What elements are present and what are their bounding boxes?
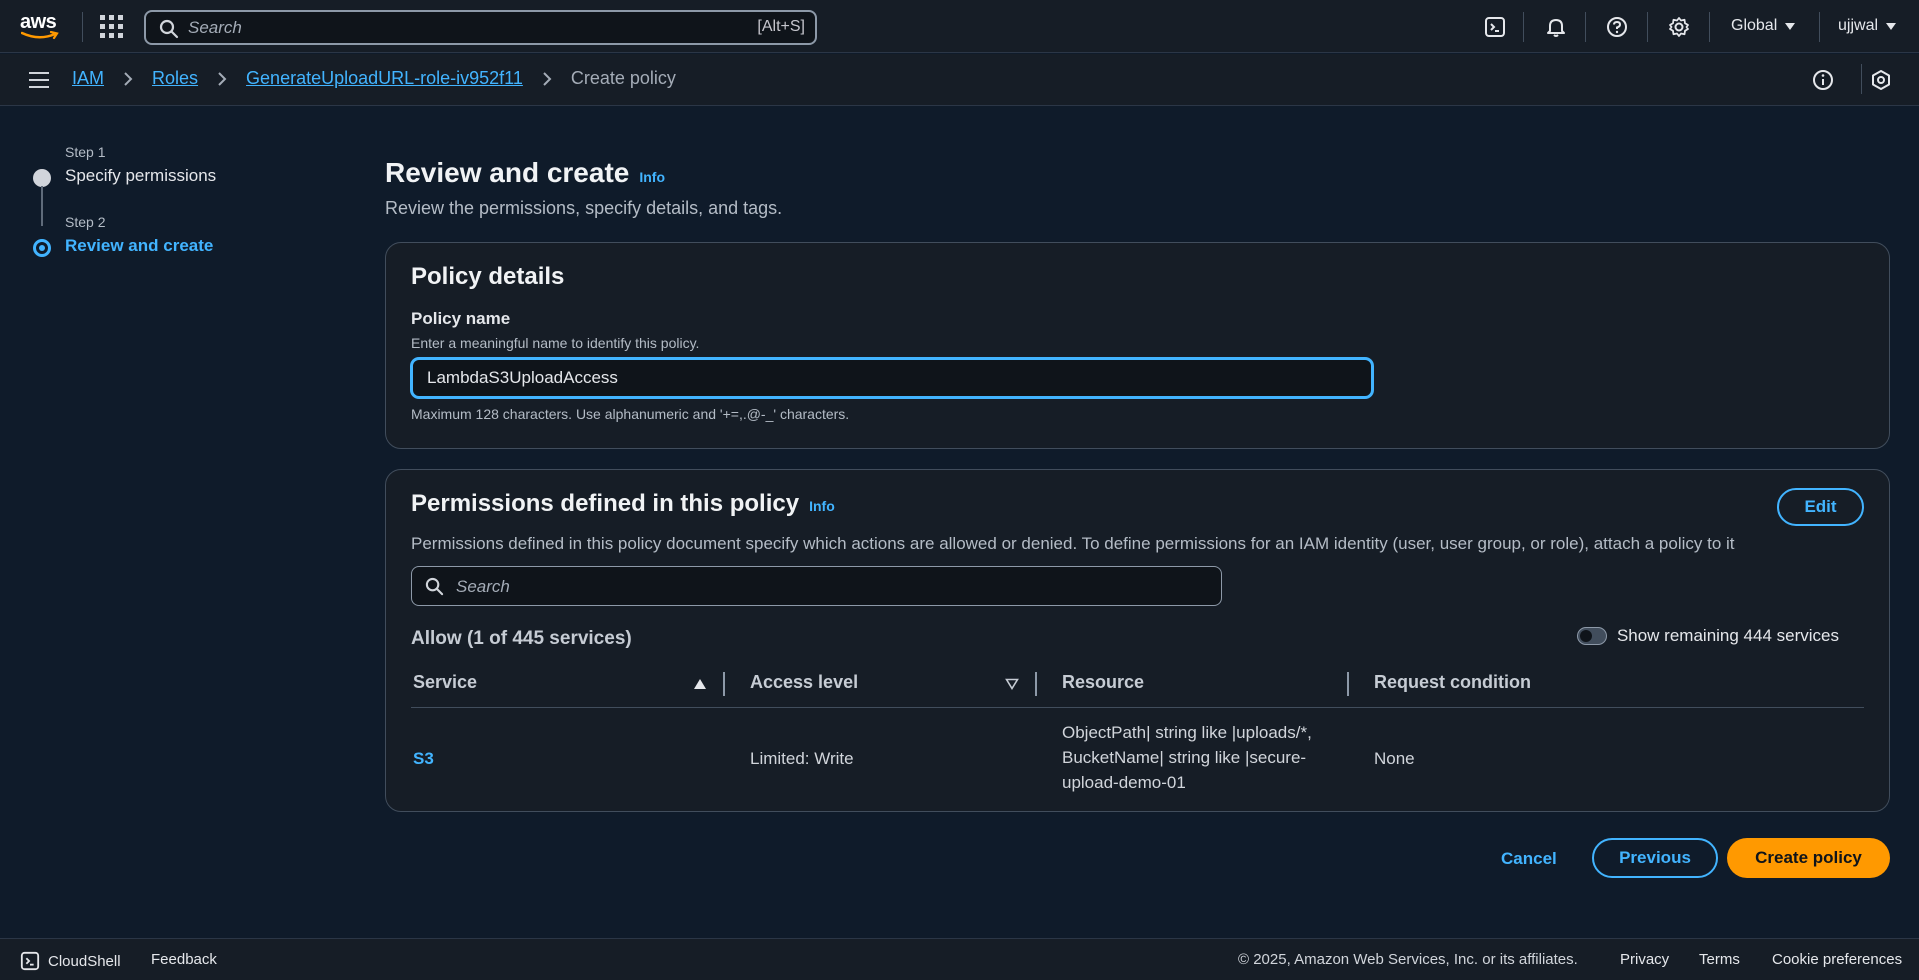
footer-copyright: © 2025, Amazon Web Services, Inc. or its…	[1238, 951, 1578, 968]
sort-descending-icon[interactable]	[1005, 678, 1019, 690]
column-header-request-condition: Request condition	[1374, 672, 1531, 692]
step-number: Step 2	[65, 214, 106, 230]
chevron-right-icon	[113, 69, 143, 89]
settings-gear-icon[interactable]	[1666, 14, 1692, 40]
step-indicator-active	[33, 239, 51, 257]
step-number: Step 1	[65, 144, 106, 160]
permissions-table: Service Access level Resource Request co…	[411, 660, 1864, 808]
caret-down-icon	[1785, 22, 1796, 30]
toggle-switch[interactable]	[1576, 627, 1607, 645]
page-info-link[interactable]: Info	[639, 169, 665, 185]
footer-privacy[interactable]: Privacy	[1620, 951, 1669, 968]
footer-feedback[interactable]: Feedback	[151, 951, 217, 968]
allow-count: Allow (1 of 445 services)	[411, 628, 632, 649]
divider	[1861, 64, 1862, 94]
region-label: Global	[1731, 17, 1778, 34]
search-icon	[425, 577, 444, 596]
chevron-right-icon	[532, 69, 562, 89]
global-search-input[interactable]	[188, 16, 688, 40]
search-shortcut: [Alt+S]	[757, 18, 805, 35]
cloudshell-icon	[20, 951, 40, 971]
permissions-search-input[interactable]	[456, 575, 1196, 599]
policy-details-panel: Policy details Policy name Enter a meani…	[385, 242, 1890, 449]
resource-cell: ObjectPath| string like |uploads/*, Buck…	[1062, 723, 1312, 792]
column-resizer[interactable]	[723, 672, 725, 696]
caret-down-icon	[1886, 22, 1897, 30]
footer-terms[interactable]: Terms	[1699, 951, 1740, 968]
policy-name-input[interactable]	[411, 358, 1373, 398]
divider	[1585, 12, 1586, 42]
policy-name-label: Policy name	[411, 309, 511, 328]
service-link-s3[interactable]: S3	[413, 746, 434, 771]
chevron-right-icon	[207, 69, 237, 89]
footer-cookie-preferences[interactable]: Cookie preferences	[1772, 951, 1902, 968]
global-search[interactable]: [Alt+S]	[144, 10, 817, 45]
column-header-access-level[interactable]: Access level	[750, 672, 858, 693]
account-user-label: ujjwal	[1838, 17, 1879, 34]
permissions-info-link[interactable]: Info	[809, 498, 835, 514]
divider	[1647, 12, 1648, 42]
create-policy-button[interactable]: Create policy	[1727, 838, 1890, 878]
breadcrumb-roles[interactable]: Roles	[152, 68, 198, 89]
cancel-button[interactable]: Cancel	[1485, 840, 1573, 878]
previous-button[interactable]: Previous	[1592, 838, 1718, 878]
table-header: Service Access level Resource Request co…	[411, 660, 1864, 708]
show-remaining-toggle[interactable]: Show remaining 444 services	[1576, 626, 1839, 646]
info-panel-icon[interactable]	[1810, 67, 1836, 93]
top-navigation: aws [Alt+S] Global ujjwal	[0, 0, 1919, 53]
edit-button[interactable]: Edit	[1777, 488, 1864, 526]
region-selector[interactable]: Global	[1731, 17, 1796, 35]
step-indicator	[33, 169, 51, 187]
divider	[1523, 12, 1524, 42]
column-header-service[interactable]: Service	[413, 672, 477, 693]
help-icon[interactable]	[1604, 14, 1630, 40]
step-label: Specify permissions	[65, 166, 217, 185]
policy-name-constraint: Maximum 128 characters. Use alphanumeric…	[411, 406, 850, 422]
wizard-steps: Step 1 Specify permissions Step 2 Review…	[30, 144, 330, 284]
access-level-cell: Limited: Write	[750, 749, 854, 768]
table-row: S3 Limited: Write ObjectPath| string lik…	[411, 708, 1864, 808]
page-title: Review and create	[385, 157, 630, 188]
tools-panel-icon[interactable]	[1868, 67, 1894, 93]
footer: CloudShell Feedback © 2025, Amazon Web S…	[0, 938, 1919, 980]
permissions-heading-container: Permissions defined in this policy Info	[411, 490, 835, 518]
cloudshell-icon[interactable]	[1482, 14, 1508, 40]
page-title-container: Review and create Info	[385, 157, 665, 189]
toggle-label: Show remaining 444 services	[1616, 626, 1839, 645]
breadcrumb-iam[interactable]: IAM	[72, 68, 104, 89]
sort-ascending-icon[interactable]	[693, 678, 707, 690]
breadcrumb: IAM Roles GenerateUploadURL-role-iv952f1…	[72, 68, 676, 89]
breadcrumb-bar: IAM Roles GenerateUploadURL-role-iv952f1…	[0, 54, 1919, 106]
account-menu[interactable]: ujjwal	[1838, 17, 1897, 35]
column-resizer[interactable]	[1347, 672, 1349, 696]
footer-cloudshell-label: CloudShell	[48, 952, 121, 970]
column-header-resource: Resource	[1062, 672, 1145, 692]
divider	[1709, 12, 1710, 42]
permissions-panel: Permissions defined in this policy Info …	[385, 469, 1890, 812]
permissions-search[interactable]	[411, 566, 1222, 606]
request-condition-cell: None	[1374, 749, 1415, 768]
divider	[1819, 12, 1820, 42]
step-review-and-create: Step 2 Review and create	[30, 214, 330, 284]
aws-logo[interactable]: aws	[20, 12, 62, 42]
page-description: Review the permissions, specify details,…	[385, 198, 783, 218]
apps-grid-icon[interactable]	[100, 15, 124, 39]
permissions-description: Permissions defined in this policy docum…	[411, 534, 1735, 553]
breadcrumb-role[interactable]: GenerateUploadURL-role-iv952f11	[246, 68, 523, 89]
breadcrumb-current: Create policy	[570, 68, 676, 88]
menu-hamburger-icon[interactable]	[29, 71, 49, 89]
policy-details-heading: Policy details	[411, 263, 565, 290]
aws-logo-text: aws	[20, 11, 57, 33]
column-resizer[interactable]	[1035, 672, 1037, 696]
permissions-heading: Permissions defined in this policy	[411, 490, 800, 517]
footer-cloudshell[interactable]: CloudShell	[20, 951, 121, 971]
policy-name-description: Enter a meaningful name to identify this…	[411, 335, 700, 351]
aws-smile-icon	[21, 31, 59, 40]
divider	[82, 12, 83, 42]
step-label: Review and create	[65, 236, 214, 255]
step-specify-permissions[interactable]: Step 1 Specify permissions	[30, 144, 330, 226]
notifications-bell-icon[interactable]	[1543, 14, 1569, 40]
search-icon	[159, 19, 179, 39]
